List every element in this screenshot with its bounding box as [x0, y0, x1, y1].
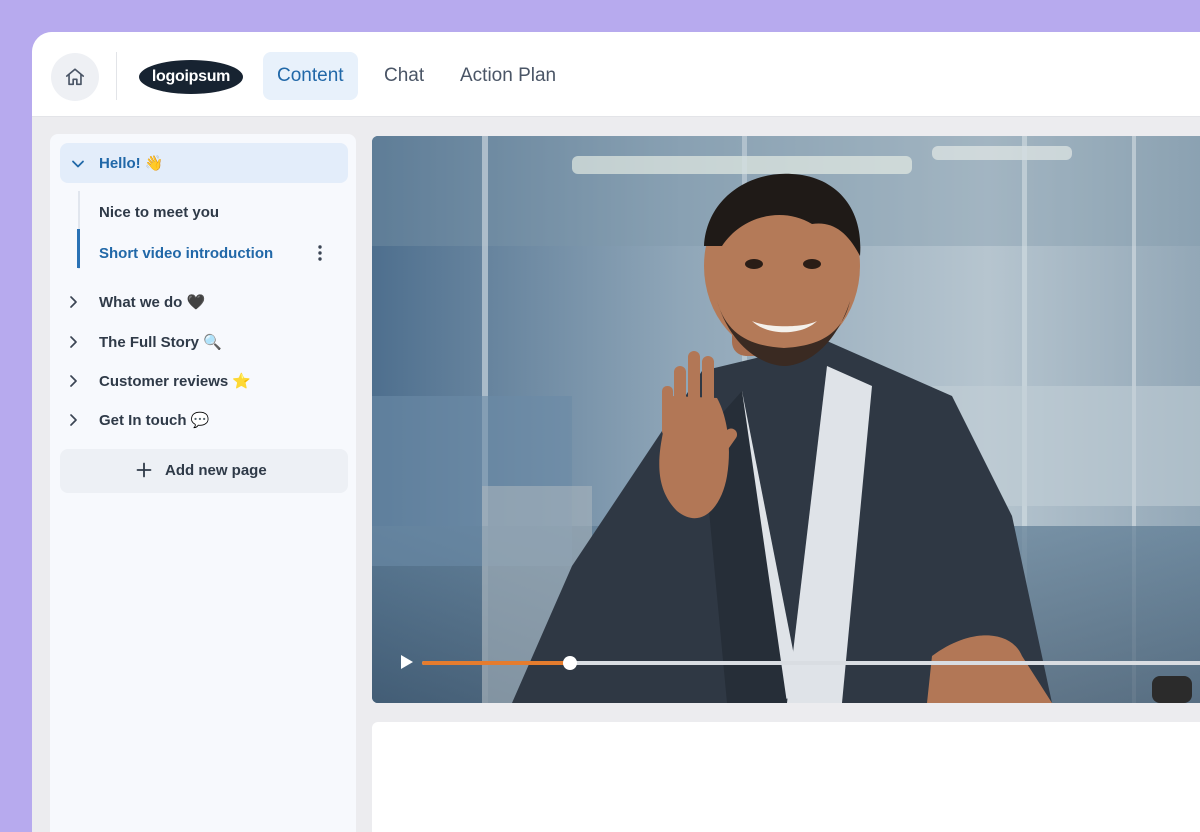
video-progress-track[interactable]: [422, 656, 1200, 670]
active-item-indicator: [77, 229, 80, 268]
sidebar-item-short-video-introduction[interactable]: Short video introduction: [99, 245, 273, 262]
home-button[interactable]: [51, 53, 99, 101]
sidebar-section-hello[interactable]: Hello! 👋: [60, 143, 348, 183]
chevron-right-icon: [70, 375, 77, 387]
more-options-icon[interactable]: [317, 244, 323, 262]
home-icon: [65, 68, 85, 86]
sidebar-item-label: Get In touch 💬: [99, 412, 210, 429]
chevron-right-icon: [70, 414, 77, 426]
play-icon[interactable]: [400, 654, 414, 670]
sidebar-section-label: Hello! 👋: [99, 155, 164, 172]
add-new-page-button[interactable]: Add new page: [60, 449, 348, 493]
video-progress-fill: [422, 661, 570, 665]
plus-icon: [136, 462, 152, 478]
video-frame: [372, 136, 1200, 703]
chevron-right-icon: [70, 296, 77, 308]
video-player[interactable]: [372, 136, 1200, 703]
sidebar-item-label: What we do 🖤: [99, 294, 206, 311]
tab-action-plan[interactable]: Action Plan: [446, 52, 570, 100]
tab-content[interactable]: Content: [263, 52, 358, 100]
add-new-page-label: Add new page: [165, 462, 267, 479]
sidebar-item-label: The Full Story 🔍: [99, 334, 222, 351]
content-panel: [372, 722, 1200, 832]
tab-chat[interactable]: Chat: [370, 52, 438, 100]
app-window: logoipsum Content Chat Action Plan Hello…: [32, 32, 1200, 832]
chevron-right-icon: [70, 336, 77, 348]
top-navigation-bar: logoipsum Content Chat Action Plan: [32, 32, 1200, 117]
divider: [116, 52, 117, 100]
video-progress-handle[interactable]: [563, 656, 577, 670]
sidebar-item-what-we-do[interactable]: What we do 🖤: [66, 290, 336, 314]
brand-logo[interactable]: logoipsum: [139, 60, 243, 94]
sidebar-item-nice-to-meet-you[interactable]: Nice to meet you: [99, 204, 219, 221]
page-sidebar: Hello! 👋 Nice to meet you Short video in…: [50, 134, 356, 832]
chevron-down-icon: [72, 160, 84, 168]
sidebar-item-customer-reviews[interactable]: Customer reviews ⭐: [66, 369, 336, 393]
sidebar-item-get-in-touch[interactable]: Get In touch 💬: [66, 408, 336, 432]
sidebar-item-the-full-story[interactable]: The Full Story 🔍: [66, 330, 336, 354]
logo-text: logoipsum: [151, 68, 231, 85]
sidebar-item-label: Customer reviews ⭐: [99, 373, 252, 390]
